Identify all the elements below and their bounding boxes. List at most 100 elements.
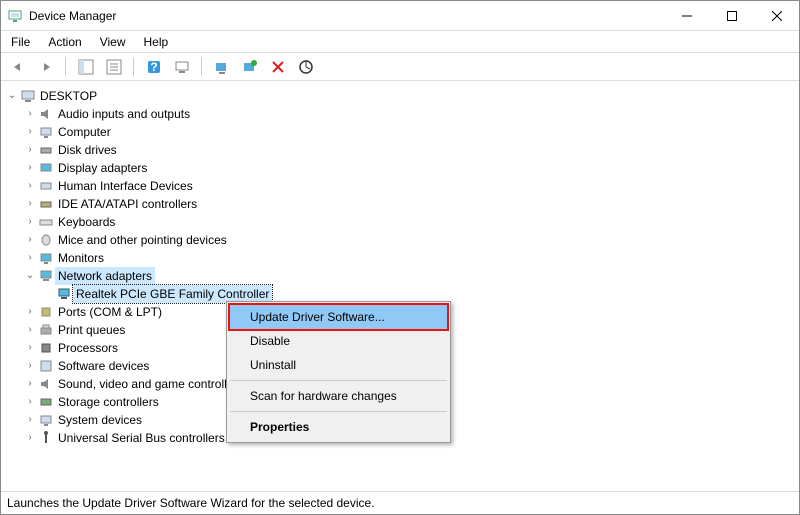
tree-item-label: Mice and other pointing devices — [55, 231, 230, 249]
ctx-disable[interactable]: Disable — [230, 329, 447, 353]
tree-item[interactable]: ›Display adapters — [5, 159, 795, 177]
computer-icon — [37, 124, 55, 140]
menu-file[interactable]: File — [11, 35, 30, 49]
collapse-icon[interactable]: ⌄ — [5, 87, 19, 105]
tree-item[interactable]: ›IDE ATA/ATAPI controllers — [5, 195, 795, 213]
help-button[interactable]: ? — [143, 56, 165, 78]
computer-icon — [19, 88, 37, 104]
expand-icon[interactable]: › — [23, 105, 37, 123]
monitor-icon — [37, 250, 55, 266]
maximize-button[interactable] — [709, 1, 754, 31]
tree-item[interactable]: › Keyboards — [5, 213, 795, 231]
cpu-icon — [37, 340, 55, 356]
printer-icon — [37, 322, 55, 338]
ports-icon — [37, 304, 55, 320]
sound-icon — [37, 376, 55, 392]
close-button[interactable] — [754, 1, 799, 31]
disk-icon — [37, 142, 55, 158]
ctx-update-driver[interactable]: Update Driver Software... — [230, 305, 447, 329]
expand-icon[interactable]: › — [23, 321, 37, 339]
enable-button[interactable] — [295, 56, 317, 78]
expand-icon[interactable]: › — [23, 249, 37, 267]
expand-icon[interactable]: › — [23, 411, 37, 429]
tree-root-label: DESKTOP — [37, 87, 100, 105]
expand-icon[interactable]: › — [23, 231, 37, 249]
network-adapter-icon — [55, 286, 73, 302]
status-bar: Launches the Update Driver Software Wiza… — [1, 491, 799, 514]
tree-item-label: Sound, video and game controllers — [55, 375, 246, 393]
expand-icon[interactable]: › — [23, 159, 37, 177]
keyboard-icon — [37, 214, 55, 230]
svg-text:?: ? — [150, 60, 157, 74]
expand-icon[interactable]: › — [23, 429, 37, 447]
uninstall-button[interactable] — [239, 56, 261, 78]
forward-button[interactable] — [35, 56, 57, 78]
update-driver-button[interactable] — [211, 56, 233, 78]
tree-root[interactable]: ⌄ DESKTOP — [5, 87, 795, 105]
expand-icon[interactable]: › — [23, 123, 37, 141]
tree-item-label: Keyboards — [55, 213, 118, 231]
tree-item[interactable]: › Mice and other pointing devices — [5, 231, 795, 249]
tree-item-label: Disk drives — [55, 141, 120, 159]
ctx-separator — [230, 411, 447, 412]
toolbar-separator — [201, 57, 203, 77]
back-button[interactable] — [7, 56, 29, 78]
minimize-button[interactable] — [664, 1, 709, 31]
tree-item-label: Processors — [55, 339, 121, 357]
properties-button[interactable] — [103, 56, 125, 78]
tree-item[interactable]: › Human Interface Devices — [5, 177, 795, 195]
toolbar: ? — [1, 53, 799, 81]
window-controls — [664, 1, 799, 31]
ide-icon — [37, 196, 55, 212]
show-hide-tree-button[interactable] — [75, 56, 97, 78]
tree-item-network[interactable]: ⌄ Network adapters — [5, 267, 795, 285]
toolbar-separator — [65, 57, 67, 77]
title-bar: Device Manager — [1, 1, 799, 31]
usb-icon — [37, 430, 55, 446]
expand-icon[interactable]: › — [23, 195, 37, 213]
menu-view[interactable]: View — [100, 35, 126, 49]
status-text: Launches the Update Driver Software Wiza… — [7, 496, 375, 510]
tree-item[interactable]: › Disk drives — [5, 141, 795, 159]
display-icon — [37, 160, 55, 176]
ctx-properties[interactable]: Properties — [230, 415, 447, 439]
expand-icon[interactable]: › — [23, 357, 37, 375]
tree-item-label: Universal Serial Bus controllers — [55, 429, 228, 447]
tree-item-label: System devices — [55, 411, 145, 429]
system-icon — [37, 412, 55, 428]
tree-item-label: Software devices — [55, 357, 152, 375]
ctx-uninstall[interactable]: Uninstall — [230, 353, 447, 377]
storage-icon — [37, 394, 55, 410]
toolbar-separator — [133, 57, 135, 77]
tree-item[interactable]: › Monitors — [5, 249, 795, 267]
scan-button[interactable] — [171, 56, 193, 78]
menu-bar: File Action View Help — [1, 31, 799, 53]
disable-button[interactable] — [267, 56, 289, 78]
tree-item-label: Monitors — [55, 249, 107, 267]
tree-item-label: Network adapters — [55, 267, 155, 285]
expand-icon[interactable]: › — [23, 375, 37, 393]
tree-item[interactable]: › Computer — [5, 123, 795, 141]
ctx-scan[interactable]: Scan for hardware changes — [230, 384, 447, 408]
network-icon — [37, 268, 55, 284]
tree-item-label: Audio inputs and outputs — [55, 105, 193, 123]
mouse-icon — [37, 232, 55, 248]
expand-icon[interactable]: › — [23, 339, 37, 357]
expand-icon[interactable]: › — [23, 177, 37, 195]
tree-item[interactable]: › Audio inputs and outputs — [5, 105, 795, 123]
expand-icon[interactable]: › — [23, 303, 37, 321]
menu-help[interactable]: Help — [144, 35, 169, 49]
tree-item-label: Computer — [55, 123, 114, 141]
hid-icon — [37, 178, 55, 194]
collapse-icon[interactable]: ⌄ — [23, 267, 37, 285]
software-icon — [37, 358, 55, 374]
expand-icon[interactable]: › — [23, 141, 37, 159]
tree-item-label: Human Interface Devices — [55, 177, 196, 195]
tree-item-label: Print queues — [55, 321, 128, 339]
tree-item-label: Storage controllers — [55, 393, 162, 411]
menu-action[interactable]: Action — [48, 35, 81, 49]
context-menu: Update Driver Software... Disable Uninst… — [226, 301, 451, 443]
expand-icon[interactable]: › — [23, 393, 37, 411]
expand-icon[interactable]: › — [23, 213, 37, 231]
ctx-separator — [230, 380, 447, 381]
